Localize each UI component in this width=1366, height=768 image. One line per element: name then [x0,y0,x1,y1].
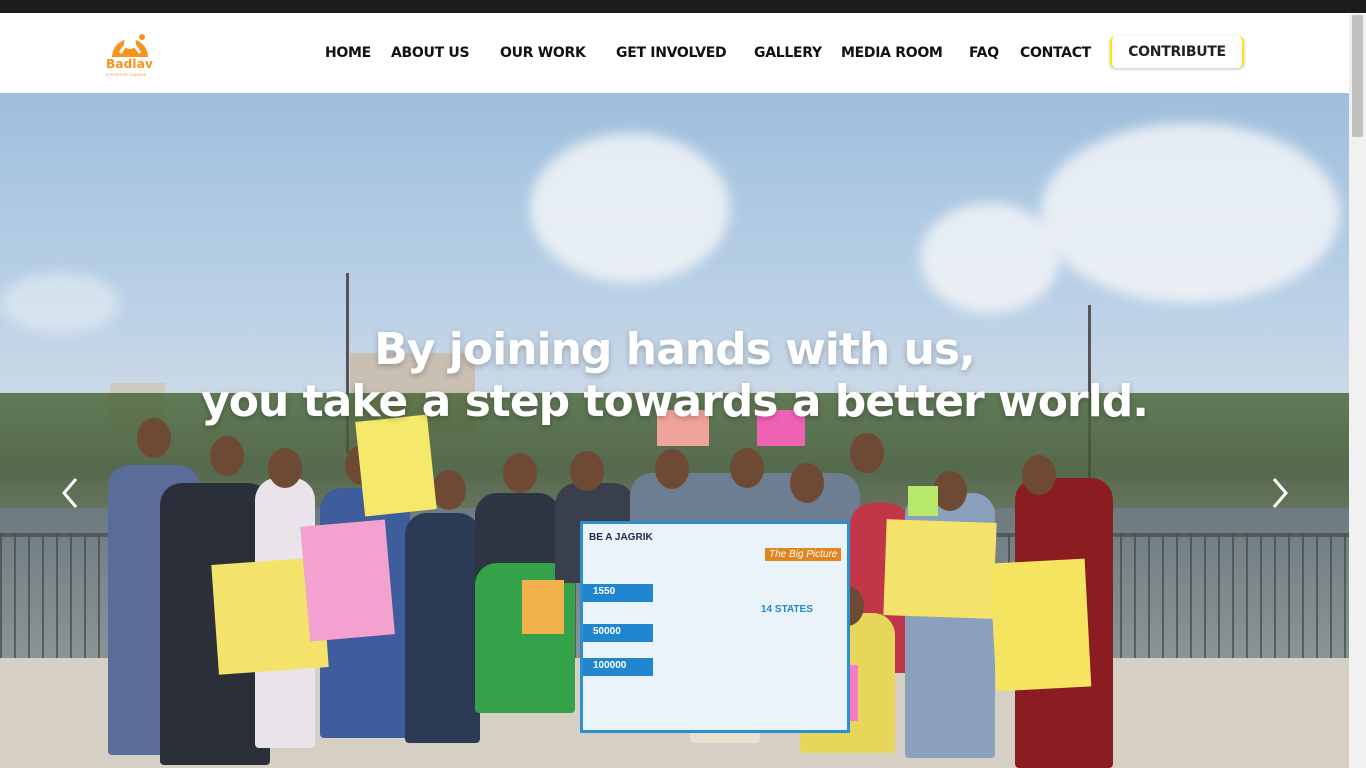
head [933,471,967,511]
slider-prev-button[interactable] [56,473,86,513]
site-header: Badlav A POSITIVE CHANGE HOME ABOUT US O… [0,13,1349,93]
jagrik-banner: BE A JAGRIK The Big Picture 1550 50000 1… [580,521,850,733]
browser-top-strip [0,0,1366,13]
head [730,448,764,488]
nav-home[interactable]: HOME [325,45,371,61]
nav-get-involved[interactable]: GET INVOLVED [616,45,727,61]
logo-tagline: A POSITIVE CHANGE [106,72,147,77]
chevron-left-icon [62,478,78,508]
head [210,436,244,476]
page-scrollbar[interactable] [1349,13,1366,768]
cloud [530,133,730,283]
logo-wordmark: Badlav [106,57,154,71]
banner-stat: 50000 [593,626,621,637]
poster-sheet [883,519,997,619]
hero-headline-line2: you take a step towards a better world. [201,376,1149,428]
poster-sheet [355,414,437,517]
slider-next-button[interactable] [1264,473,1294,513]
nav-media-room[interactable]: MEDIA ROOM [841,45,943,61]
banner-stat: 1550 [593,586,616,597]
poster-sheet [300,519,395,642]
hero-headline-line1: By joining hands with us, [374,324,975,376]
nav-contact[interactable]: CONTACT [1020,45,1091,61]
head [432,470,466,510]
site-logo[interactable]: Badlav A POSITIVE CHANGE [106,29,156,79]
nav-gallery[interactable]: GALLERY [754,45,822,61]
banner-heading: The Big Picture [765,548,842,561]
cloud [920,203,1060,313]
banner-logo-text: BE A JAGRIK [589,532,653,543]
nav-about-us[interactable]: ABOUT US [391,45,470,61]
poster-sheet [908,486,938,516]
contribute-button[interactable]: CONTRIBUTE [1110,36,1244,68]
head [850,433,884,473]
scrollbar-thumb[interactable] [1352,15,1363,137]
nav-our-work[interactable]: OUR WORK [500,45,586,61]
cloud [1040,123,1340,303]
poster-sheet [989,558,1092,692]
banner-stat: 100000 [593,660,627,671]
head [790,463,824,503]
nav-faq[interactable]: FAQ [969,45,999,61]
poster-sheet [522,580,564,634]
hero-headline: By joining hands with us, you take a ste… [0,324,1349,428]
head [1022,455,1056,495]
hero-slider: BE A JAGRIK The Big Picture 1550 50000 1… [0,93,1349,768]
head [655,449,689,489]
person [405,513,480,743]
head [570,451,604,491]
badlav-logo-icon [112,34,148,57]
banner-states: 14 STATES [761,604,813,615]
head [268,448,302,488]
head [503,453,537,493]
chevron-right-icon [1272,478,1288,508]
